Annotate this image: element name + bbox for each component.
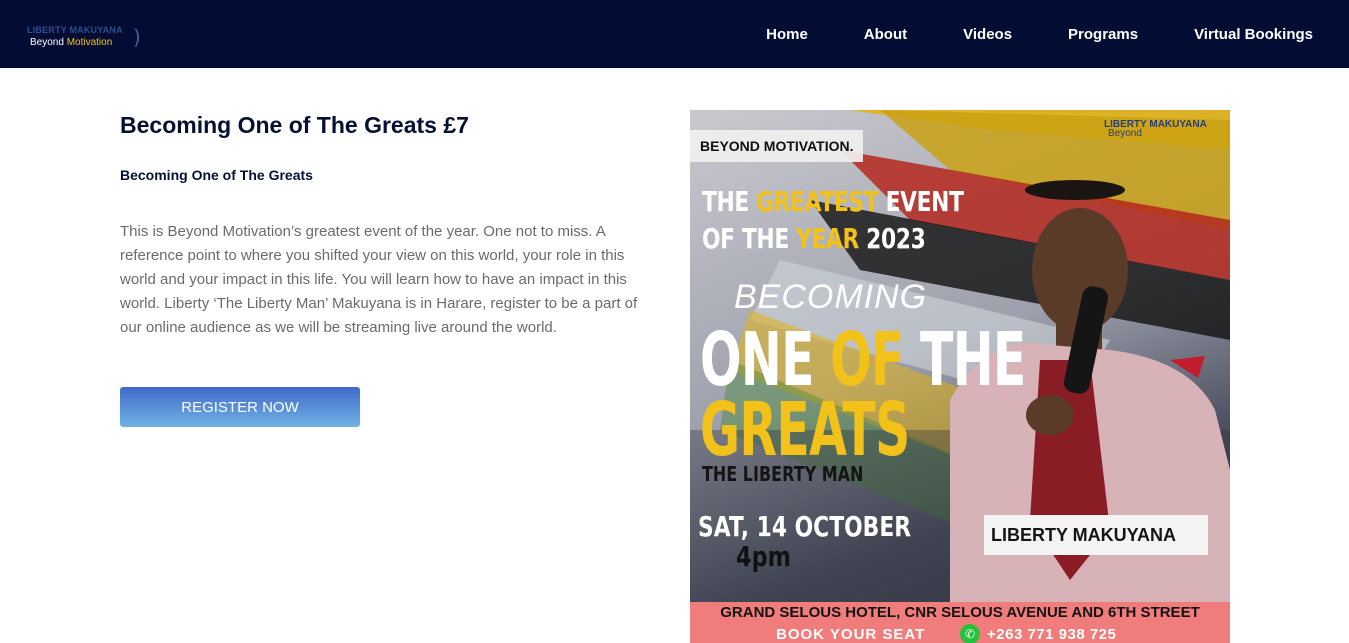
- event-poster: BEYOND MOTIVATION. LIBERTY MAKUYANA Beyo…: [690, 110, 1230, 643]
- site-header: LIBERTY MAKUYANA Beyond Motivation ) Hom…: [0, 0, 1349, 68]
- nav-programs[interactable]: Programs: [1068, 25, 1138, 47]
- signal-arcs-icon: ): [133, 25, 141, 49]
- site-logo[interactable]: LIBERTY MAKUYANA Beyond Motivation ): [27, 25, 152, 53]
- poster-venue: GRAND SELOUS HOTEL, CNR SELOUS AVENUE AN…: [720, 604, 1200, 621]
- product-subtitle: Becoming One of The Greats: [120, 167, 313, 183]
- poster-greatest-event: THE GREATEST EVENT: [702, 185, 964, 218]
- logo-name: LIBERTY MAKUYANA: [27, 25, 123, 35]
- poster-logo-tagline: Beyond Motivation: [1108, 128, 1191, 139]
- product-description: This is Beyond Motivation’s greatest eve…: [120, 223, 638, 336]
- whatsapp-icon: ✆: [960, 624, 980, 643]
- poster-venue-band: GRAND SELOUS HOTEL, CNR SELOUS AVENUE AN…: [690, 602, 1230, 643]
- poster-date: SAT, 14 OCTOBER: [698, 510, 912, 543]
- poster-liberty-man: THE LIBERTY MAN: [702, 462, 864, 486]
- poster-speaker-name: LIBERTY MAKUYANA: [984, 515, 1208, 555]
- nav-home[interactable]: Home: [766, 25, 808, 47]
- poster-time: 4pm: [736, 540, 791, 573]
- nav-about[interactable]: About: [864, 25, 907, 47]
- nav-videos[interactable]: Videos: [963, 25, 1012, 47]
- nav-virtual-bookings[interactable]: Virtual Bookings: [1194, 25, 1313, 47]
- poster-greats: GREATS: [700, 387, 910, 473]
- main-nav: Home About Videos Programs Virtual Booki…: [766, 25, 1313, 47]
- poster-becoming: BECOMING: [734, 278, 928, 316]
- logo-tagline: Beyond Motivation: [30, 37, 113, 48]
- poster-book-seat: BOOK YOUR SEAT: [776, 626, 926, 643]
- product-title: Becoming One of The Greats £7: [120, 112, 469, 138]
- poster-phone: +263 771 938 725: [987, 626, 1117, 643]
- poster-of-the-year: OF THE YEAR 2023: [702, 222, 926, 255]
- register-now-button[interactable]: REGISTER NOW: [120, 387, 360, 427]
- poster-beyond-motivation: BEYOND MOTIVATION.: [690, 130, 864, 162]
